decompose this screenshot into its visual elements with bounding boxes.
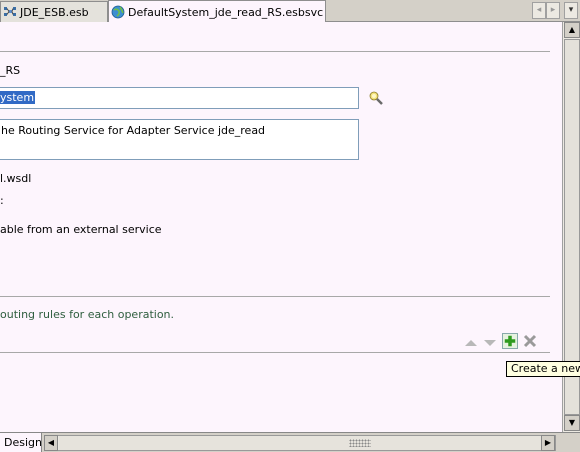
tab-design[interactable]: Design <box>0 433 42 452</box>
scroll-tabs-right-button[interactable]: ▸ <box>546 2 560 19</box>
tab-jde-esb[interactable]: JDE_ESB.esb <box>0 1 108 22</box>
delete-x-icon[interactable] <box>522 333 538 349</box>
chevron-up-icon: ▲ <box>568 25 576 34</box>
vertical-scroll-thumb[interactable] <box>564 39 580 415</box>
scroll-left-button[interactable]: ◀ <box>44 435 58 451</box>
tab-label: JDE_ESB.esb <box>20 5 89 19</box>
tab-default-system-routing-service[interactable]: DefaultSystem_jde_read_RS.esbsvc <box>108 0 326 23</box>
scroll-grip <box>349 439 371 447</box>
move-down-arrow-icon[interactable] <box>482 335 498 351</box>
chevron-down-icon: ▾ <box>568 5 574 15</box>
scroll-right-button[interactable]: ▶ <box>541 435 555 451</box>
invocable-option-label: able from an external service <box>0 223 162 236</box>
chevron-down-icon: ▼ <box>568 418 576 427</box>
toolbar-divider <box>0 352 550 353</box>
move-up-arrow-icon[interactable] <box>463 335 479 351</box>
esb-project-icon <box>4 7 16 16</box>
routing-service-editor: _RS ystem he Routing Service for Adapter… <box>0 22 562 432</box>
horizontal-scrollbar[interactable]: ◀ ▶ <box>44 435 556 451</box>
editor-tab-bar: JDE_ESB.esb DefaultSystem_jde_read_RS.es… <box>0 0 580 23</box>
chevron-right-icon: ▸ <box>550 5 556 15</box>
truncated-value: : <box>0 194 4 207</box>
chevron-left-icon: ◂ <box>536 5 542 15</box>
horizontal-scroll-thumb[interactable] <box>59 436 541 450</box>
description-field[interactable]: he Routing Service for Adapter Service j… <box>0 119 359 160</box>
chevron-right-icon: ▶ <box>544 438 552 447</box>
tab-list-menu-button[interactable]: ▾ <box>564 2 578 19</box>
scroll-down-button[interactable]: ▼ <box>564 415 580 431</box>
tab-label: DefaultSystem_jde_read_RS.esbsvc <box>128 5 324 19</box>
flashlight-browse-icon[interactable] <box>368 90 384 106</box>
wsdl-file-value: l.wsdl <box>0 172 32 185</box>
system-field[interactable]: ystem <box>0 87 359 109</box>
scroll-up-button[interactable]: ▲ <box>564 22 580 38</box>
chevron-left-icon: ◀ <box>47 438 55 447</box>
scroll-tabs-left-button[interactable]: ◂ <box>532 2 546 19</box>
routing-service-globe-icon <box>111 5 125 19</box>
service-name-value: _RS <box>0 64 21 77</box>
routing-rules-instructions: outing rules for each operation. <box>0 308 175 321</box>
system-field-selected-text: ystem <box>0 91 36 104</box>
routing-section-divider <box>0 296 550 297</box>
section-divider <box>0 51 550 52</box>
create-routing-rule-tooltip: Create a new Routing Rule <box>506 361 580 377</box>
description-text: he Routing Service for Adapter Service j… <box>1 124 266 137</box>
add-plus-icon[interactable] <box>502 333 518 349</box>
editor-bottom-bar: Design ◀ ▶ <box>0 432 580 452</box>
